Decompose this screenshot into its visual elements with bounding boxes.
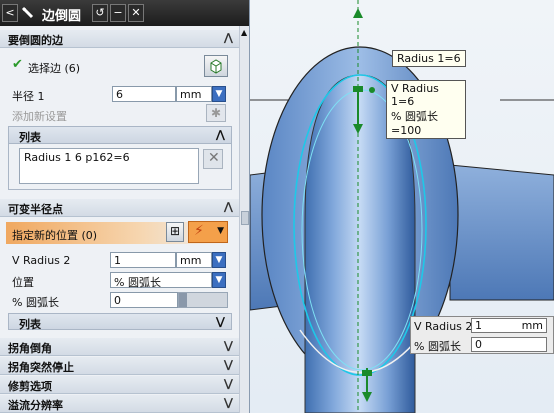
edges-section-title: 要倒圆的边: [8, 34, 63, 47]
radius-label: 半径 1: [12, 90, 45, 103]
onscreen-arc-label: % 圆弧长: [414, 340, 461, 353]
position-select[interactable]: % 圆弧长: [110, 272, 212, 289]
chevron-down-icon: ⋁: [215, 315, 225, 328]
close-label: ✕: [131, 6, 141, 19]
v-radius-unit-select[interactable]: mm: [176, 252, 212, 268]
chevron-down-icon: ⋁: [223, 358, 233, 371]
point-plus-icon: ⊞: [170, 224, 181, 238]
v-radius-unit-dropdown-icon[interactable]: ▼: [212, 252, 226, 268]
edges-section-header[interactable]: 要倒圆的边 ⋀: [0, 30, 239, 48]
back-button[interactable]: <: [2, 4, 18, 22]
back-label: <: [5, 6, 15, 19]
blend-tool-icon: [20, 5, 36, 21]
edges-list[interactable]: Radius 1 6 p162=6: [19, 148, 199, 184]
list-item[interactable]: Radius 1 6 p162=6: [20, 149, 198, 166]
chevron-down-icon: ⋁: [223, 339, 233, 352]
add-new-set-label: 添加新设置: [12, 110, 67, 123]
edges-list-title: 列表: [19, 131, 41, 144]
lightning-icon: ⚡: [194, 223, 204, 239]
add-set-icon: ✱: [211, 106, 222, 120]
position-dropdown-icon[interactable]: ▼: [212, 272, 226, 288]
edges-list-header[interactable]: 列表 ⋀: [8, 126, 232, 144]
radius-value: 6: [116, 88, 123, 101]
stop-short-title: 拐角突然停止: [8, 361, 74, 374]
close-button[interactable]: ✕: [128, 4, 144, 22]
radius-unit-select[interactable]: mm: [176, 86, 212, 102]
trim-options-title: 修剪选项: [8, 380, 52, 393]
add-new-set-button[interactable]: ✱: [206, 104, 226, 122]
radius1-tooltip-text: Radius 1=6: [397, 52, 461, 65]
variable-list-header[interactable]: 列表 ⋁: [8, 313, 232, 331]
dialog-title: 边倒圆: [42, 9, 82, 24]
delete-x-icon: ✕: [208, 150, 220, 166]
arc-length-input[interactable]: 0: [110, 292, 178, 308]
scroll-thumb[interactable]: [241, 211, 249, 225]
v-radius1-tooltip-line2: % 圆弧长=100: [391, 110, 438, 137]
corner-setback-title: 拐角倒角: [8, 342, 52, 355]
select-edge-button[interactable]: [204, 55, 228, 77]
v-radius1-tooltip: V Radius 1=6 % 圆弧长=100: [386, 80, 466, 139]
graphics-viewport[interactable]: Radius 1=6 V Radius 1=6 % 圆弧长=100 V Radi…: [250, 0, 554, 413]
onscreen-v-radius-field[interactable]: 1 mm: [471, 318, 547, 333]
onscreen-v-radius-unit: mm: [521, 319, 543, 332]
onscreen-arc-value: 0: [475, 338, 482, 351]
variable-section-title: 可变半径点: [8, 203, 63, 216]
select-edge-label: 选择边 (6): [28, 62, 81, 75]
scroll-up-icon[interactable]: ▲: [241, 28, 247, 37]
onscreen-v-radius-value: 1: [475, 319, 482, 332]
slider-thumb[interactable]: [179, 293, 187, 307]
radius-unit-value: mm: [180, 88, 202, 101]
overflow-resolution-title: 溢流分辨率: [8, 399, 63, 412]
minimize-button[interactable]: −: [110, 4, 126, 22]
variable-section-header[interactable]: 可变半径点 ⋀: [0, 199, 239, 217]
cube-icon: [210, 59, 222, 74]
position-label: 位置: [12, 276, 34, 289]
chevron-down-icon: ▼: [217, 226, 224, 236]
arc-length-value: 0: [114, 294, 121, 307]
edge-blend-dialog: < 边倒圆 ↺ − ✕ 要倒圆的边 ⋀ ✔ 选择边 (6) 半径 1 6 mm …: [0, 0, 250, 413]
position-value: % 圆弧长: [114, 276, 161, 289]
variable-list-title: 列表: [19, 318, 41, 331]
radius-unit-dropdown-icon[interactable]: ▼: [212, 86, 226, 102]
arc-length-slider[interactable]: [178, 292, 228, 308]
trim-options-section[interactable]: 修剪选项 ⋁: [0, 376, 239, 394]
onscreen-v-radius-label: V Radius 2: [414, 320, 473, 333]
specify-location-label: 指定新的位置 (0): [12, 229, 98, 242]
point-dialog-button[interactable]: ⊞: [166, 222, 184, 242]
panel-scrollbar[interactable]: ▲: [239, 26, 249, 413]
radius1-tooltip: Radius 1=6: [392, 50, 466, 67]
on-screen-input-box: V Radius 2 1 mm % 圆弧长 0: [410, 316, 554, 354]
arc-length-label: % 圆弧长: [12, 296, 59, 309]
v-radius-value: 1: [114, 254, 121, 267]
corner-setback-section[interactable]: 拐角倒角 ⋁: [0, 338, 239, 356]
radius-input[interactable]: 6: [112, 86, 176, 102]
check-icon: ✔: [12, 57, 23, 72]
point-snap-button[interactable]: ⚡ ▼: [188, 221, 228, 243]
v-radius-label: V Radius 2: [12, 254, 71, 267]
onscreen-arc-field[interactable]: 0: [471, 337, 547, 352]
minimize-label: −: [113, 6, 123, 19]
chevron-up-icon: ⋀: [223, 200, 233, 213]
chevron-up-icon: ⋀: [223, 31, 233, 44]
reset-label: ↺: [95, 6, 105, 19]
edges-list-panel: Radius 1 6 p162=6 ✕: [8, 144, 232, 190]
reset-button[interactable]: ↺: [92, 4, 108, 22]
v-radius-input[interactable]: 1: [110, 252, 176, 268]
overflow-resolution-section[interactable]: 溢流分辨率 ⋁: [0, 395, 239, 413]
chevron-up-icon: ⋀: [215, 128, 225, 141]
chevron-down-icon: ⋁: [223, 377, 233, 390]
stop-short-section[interactable]: 拐角突然停止 ⋁: [0, 357, 239, 375]
v-radius1-tooltip-line1: V Radius 1=6: [391, 82, 439, 108]
v-radius-unit-value: mm: [180, 254, 202, 267]
delete-button[interactable]: ✕: [203, 149, 223, 169]
chevron-down-icon: ⋁: [223, 396, 233, 409]
dialog-titlebar: < 边倒圆 ↺ − ✕: [0, 0, 249, 26]
